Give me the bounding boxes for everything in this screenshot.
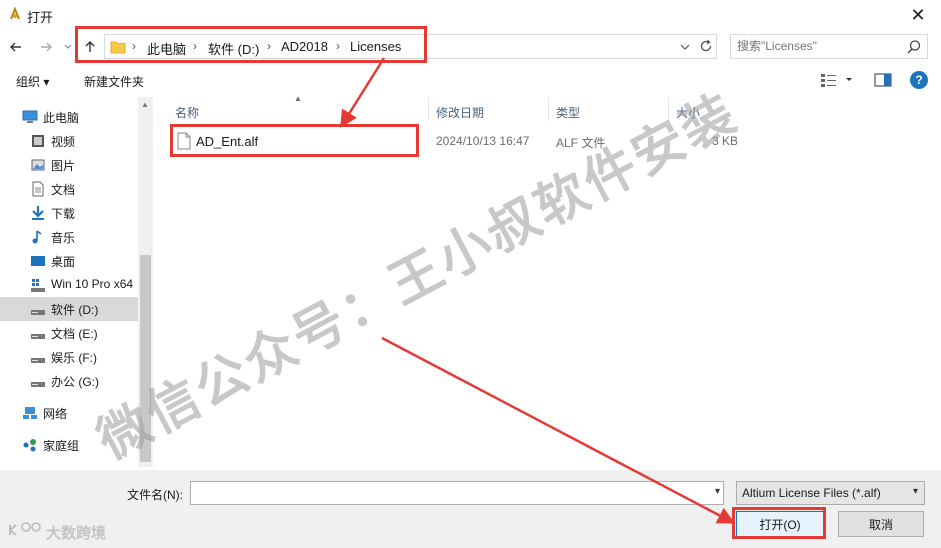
column-divider[interactable] <box>668 97 669 121</box>
music-icon <box>32 230 42 244</box>
file-modified-date: 2024/10/13 16:47 <box>436 134 530 148</box>
sidebar-item-homegroup[interactable]: 家庭组 <box>0 433 138 457</box>
file-type-filter-label: Altium License Files (*.alf) <box>742 486 881 500</box>
sidebar-item-drive-g[interactable]: 办公 (G:) <box>0 369 138 393</box>
sidebar-item-label: 图片 <box>51 159 76 173</box>
corner-logo-text: 大数跨境 <box>46 525 107 542</box>
close-icon: ✕ <box>910 4 926 25</box>
preview-pane-button[interactable] <box>874 72 892 88</box>
search-icon[interactable] <box>906 39 922 55</box>
column-header-date[interactable]: 修改日期 <box>436 104 484 121</box>
sidebar-item-label: 文档 (E:) <box>51 327 98 341</box>
column-header-type[interactable]: 类型 <box>556 104 580 121</box>
sidebar-item-label: 音乐 <box>51 231 76 245</box>
sidebar-item-label: 办公 (G:) <box>51 375 99 389</box>
arrow-right-icon <box>41 42 52 52</box>
open-button-annotation-box <box>732 507 826 539</box>
chevron-down-icon[interactable]: ▾ <box>715 486 720 497</box>
sidebar-item-documents[interactable]: 文档 <box>0 177 138 201</box>
chevron-down-icon <box>64 44 72 49</box>
picture-icon <box>31 159 45 171</box>
new-folder-button[interactable]: 新建文件夹 <box>84 73 144 90</box>
sidebar-item-this-pc[interactable]: 此电脑 <box>0 105 138 129</box>
refresh-icon <box>700 39 712 52</box>
corner-logo-icon <box>9 522 41 536</box>
download-icon <box>32 206 44 220</box>
help-button[interactable]: ? <box>910 71 928 89</box>
help-icon: ? <box>915 73 923 87</box>
document-icon <box>32 181 44 197</box>
search-input[interactable] <box>737 39 897 53</box>
sidebar-item-label: 娱乐 (F:) <box>51 351 97 365</box>
chevron-down-icon <box>680 44 690 50</box>
sidebar-item-videos[interactable]: 视频 <box>0 129 138 153</box>
file-annotation-box <box>170 124 419 157</box>
sidebar-item-label: 网络 <box>43 407 68 421</box>
scrollbar-thumb[interactable] <box>140 255 151 462</box>
view-options-icon <box>821 74 852 87</box>
chevron-down-icon: ▾ <box>912 486 918 497</box>
sidebar-item-downloads[interactable]: 下载 <box>0 201 138 225</box>
search-box[interactable] <box>730 34 928 59</box>
back-button[interactable] <box>6 36 26 58</box>
sidebar-item-label: 家庭组 <box>43 439 80 453</box>
window-title: 打开 <box>27 10 54 25</box>
drive-icon <box>31 310 45 315</box>
file-type-filter-select[interactable]: Altium License Files (*.alf) ▾ <box>736 481 925 505</box>
homegroup-icon <box>23 439 36 452</box>
sidebar-item-label: 文档 <box>51 183 76 197</box>
command-toolbar: 组织 ▾ 新建文件夹 ? <box>0 66 941 94</box>
sidebar-item-label: Win 10 Pro x64 <box>51 277 134 291</box>
scroll-up-icon[interactable]: ▲ <box>141 100 149 109</box>
drive-icon <box>31 382 45 387</box>
close-button[interactable]: ✕ <box>895 0 941 30</box>
arrow-left-icon <box>10 42 21 52</box>
filename-combobox[interactable]: ▾ <box>190 481 724 505</box>
sidebar-item-label: 视频 <box>51 135 76 149</box>
cancel-button[interactable]: 取消 <box>838 511 924 537</box>
file-type: ALF 文件 <box>556 136 606 150</box>
column-divider[interactable] <box>428 97 429 121</box>
sidebar-item-network[interactable]: 网络 <box>0 401 138 425</box>
drive-icon <box>31 334 45 339</box>
network-icon <box>23 407 37 419</box>
sidebar-item-drive-f[interactable]: 娱乐 (F:) <box>0 345 138 369</box>
sidebar-item-music[interactable]: 音乐 <box>0 225 138 249</box>
sidebar-item-label: 软件 (D:) <box>51 303 99 317</box>
organize-menu-button[interactable]: 组织 ▾ <box>16 73 49 90</box>
sidebar-item-label: 此电脑 <box>43 111 80 125</box>
forward-button[interactable] <box>36 36 56 58</box>
column-divider[interactable] <box>548 97 549 121</box>
sort-ascending-icon: ▲ <box>294 94 302 103</box>
address-dropdown-button[interactable] <box>676 38 694 56</box>
address-annotation-box <box>75 26 427 63</box>
refresh-button[interactable] <box>696 36 716 56</box>
sidebar-item-desktop[interactable]: 桌面 <box>0 249 138 273</box>
system-drive-icon <box>31 279 45 292</box>
corner-watermark-logo: 大数跨境 <box>6 519 126 543</box>
recent-locations-button[interactable] <box>62 36 74 58</box>
preview-pane-icon <box>874 73 892 87</box>
file-size: 3 KB <box>712 134 739 148</box>
sidebar-item-drive-d[interactable]: 软件 (D:) <box>0 297 138 321</box>
desktop-icon <box>31 256 45 266</box>
app-logo-icon <box>10 7 20 20</box>
sidebar-item-pictures[interactable]: 图片 <box>0 153 138 177</box>
sidebar-item-drive-e[interactable]: 文档 (E:) <box>0 321 138 345</box>
sidebar-item-label: 桌面 <box>51 255 76 269</box>
filename-input[interactable] <box>197 485 687 499</box>
pc-icon <box>22 110 38 123</box>
column-header-name[interactable]: 名称 <box>175 104 199 121</box>
video-icon <box>32 135 44 147</box>
sidebar-item-drive-c[interactable]: Win 10 Pro x64 <box>0 273 138 297</box>
column-header-size[interactable]: 大小 <box>676 104 700 121</box>
filename-label: 文件名(N): <box>127 488 183 502</box>
change-view-button[interactable] <box>820 72 858 88</box>
drive-icon <box>31 358 45 363</box>
sidebar-item-label: 下载 <box>51 207 76 221</box>
